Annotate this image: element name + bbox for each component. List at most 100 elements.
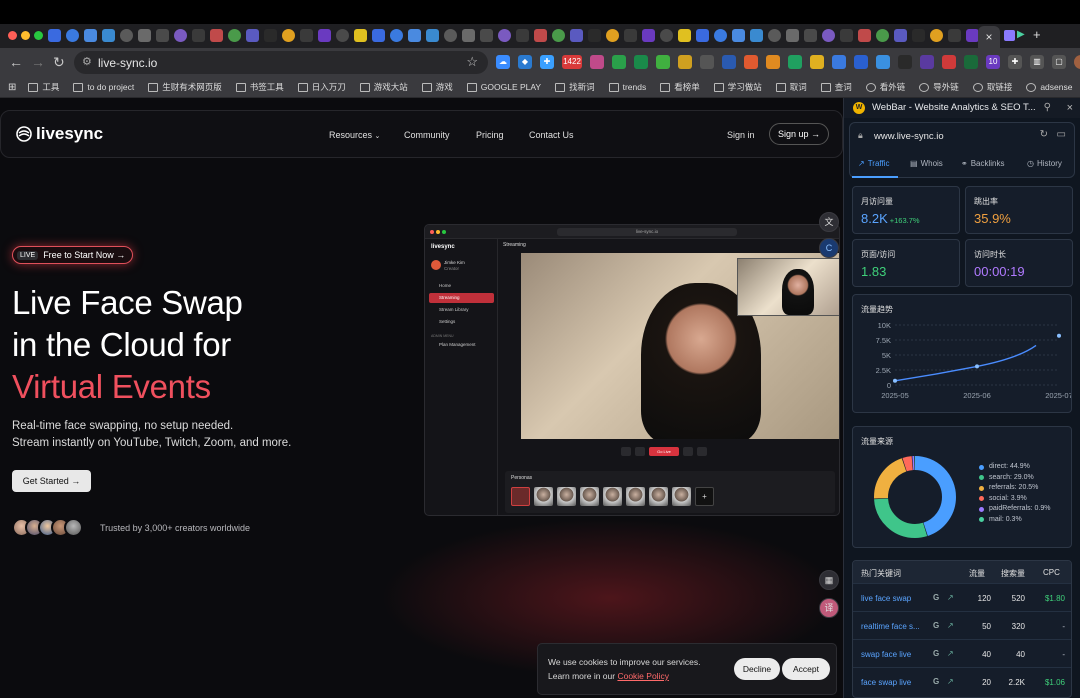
tab-favicon[interactable] (678, 29, 691, 42)
keyword-row[interactable]: live face swap G ↗ 120 520 $1.80 (853, 583, 1071, 611)
tab-favicon[interactable] (354, 29, 367, 42)
tab-favicon[interactable] (282, 29, 295, 42)
open-external-icon[interactable]: ▭ (1057, 129, 1066, 140)
decline-button[interactable]: Decline (734, 658, 780, 680)
reload-icon[interactable]: ↻ (53, 53, 65, 71)
extension-icon[interactable] (854, 55, 868, 69)
bookmark-item[interactable]: 日入万刀 (297, 81, 346, 93)
extension-icon[interactable] (832, 55, 846, 69)
tab-favicon[interactable] (750, 29, 763, 42)
tab-favicon[interactable] (714, 29, 727, 42)
tab-favicon[interactable] (408, 29, 421, 42)
bookmark-item[interactable]: trends (608, 81, 646, 93)
tab-favicon[interactable] (372, 29, 385, 42)
close-window-button[interactable] (8, 31, 17, 40)
bookmark-item[interactable]: 取词 (775, 81, 807, 93)
maximize-window-button[interactable] (34, 31, 43, 40)
assistant-icon[interactable]: C (819, 238, 839, 258)
keyword-row[interactable]: face swap live G ↗ 20 2.2K $1.06 (853, 667, 1071, 695)
cookie-policy-link[interactable]: Cookie Policy (617, 671, 669, 681)
minimize-window-button[interactable] (21, 31, 30, 40)
profile-avatar[interactable] (1074, 55, 1080, 69)
keyword-link[interactable]: face swap live (861, 678, 911, 687)
extension-icon[interactable] (810, 55, 824, 69)
tab-favicon[interactable] (642, 29, 655, 42)
bookmark-item[interactable]: 书签工具 (235, 81, 284, 93)
tab-favicon[interactable] (318, 29, 331, 42)
extension-icon[interactable] (744, 55, 758, 69)
tab-favicon[interactable] (300, 29, 313, 42)
keyword-row[interactable]: swap face live G ↗ 40 40 - (853, 639, 1071, 667)
bookmark-item[interactable]: 看榜单 (660, 81, 700, 93)
tab-favicon[interactable] (912, 29, 925, 42)
extension-icon[interactable] (942, 55, 956, 69)
extension-icon[interactable] (788, 55, 802, 69)
tab-favicon[interactable] (480, 29, 493, 42)
tab-favicon[interactable] (606, 29, 619, 42)
tab-favicon[interactable] (516, 29, 529, 42)
bookmark-item[interactable]: adsense (1026, 81, 1072, 93)
nav-community[interactable]: Community (404, 130, 450, 140)
close-icon[interactable]: × (1067, 98, 1073, 118)
tab-favicon[interactable] (552, 29, 565, 42)
new-tab-button[interactable]: + (1033, 27, 1041, 42)
tab-favicon[interactable] (588, 29, 601, 42)
tab-favicon[interactable] (156, 29, 169, 42)
translate-page-icon[interactable]: 译 (819, 598, 839, 618)
tab-favicon[interactable] (786, 29, 799, 42)
tab-favicon[interactable] (570, 29, 583, 42)
extension-icon[interactable] (612, 55, 626, 69)
tab-favicon[interactable] (534, 29, 547, 42)
extension-icon[interactable] (964, 55, 978, 69)
tab-favicon[interactable] (246, 29, 259, 42)
forward-icon[interactable]: → (31, 53, 45, 71)
refresh-icon[interactable]: ↻ (1040, 129, 1048, 140)
tab-favicon[interactable] (228, 29, 241, 42)
extension-badge[interactable]: 10 (986, 55, 1000, 69)
tab-traffic[interactable]: ↗ Traffic (858, 159, 889, 168)
active-tab-close-button[interactable]: × (978, 26, 1000, 48)
tab-search-icon[interactable]: ▢ (1052, 55, 1066, 69)
extension-icon[interactable] (898, 55, 912, 69)
bookmark-item[interactable]: 查词 (820, 81, 852, 93)
get-started-button[interactable]: Get Started → (12, 470, 91, 492)
extension-icon[interactable] (634, 55, 648, 69)
tab-backlinks[interactable]: ⚭ Backlinks (961, 159, 1005, 168)
extension-icon[interactable] (766, 55, 780, 69)
url-text[interactable]: live-sync.io (98, 56, 157, 70)
address-bar[interactable]: ⚙ live-sync.io ☆ (74, 51, 488, 74)
translate-icon[interactable]: 文 (819, 212, 839, 232)
tab-favicon[interactable] (120, 29, 133, 42)
extension-cloud-icon[interactable]: ☁ (496, 55, 510, 69)
extension-icon[interactable] (700, 55, 714, 69)
tab-favicon[interactable] (462, 29, 475, 42)
tab-favicon[interactable] (858, 29, 871, 42)
bookmark-item[interactable]: 导外链 (919, 81, 959, 93)
tab-favicon[interactable] (426, 29, 439, 42)
tab-favicon[interactable] (696, 29, 709, 42)
sign-in-link[interactable]: Sign in (727, 130, 755, 140)
tab-favicon[interactable] (930, 29, 943, 42)
side-panel-icon[interactable]: ▥ (1030, 55, 1044, 69)
tab-favicon[interactable] (660, 29, 673, 42)
bookmark-item[interactable]: 生财有术网页版 (148, 81, 222, 93)
extension-icon[interactable] (590, 55, 604, 69)
tab-favicon[interactable] (66, 29, 79, 42)
tab-favicon[interactable] (876, 29, 889, 42)
tab-favicon[interactable] (102, 29, 115, 42)
nav-pricing[interactable]: Pricing (476, 130, 504, 140)
back-icon[interactable]: ← (9, 53, 23, 71)
extension-puzzle-icon[interactable]: ✚ (540, 55, 554, 69)
bookmark-item[interactable]: 学习做站 (713, 81, 762, 93)
bookmark-item[interactable]: 看外链 (865, 81, 905, 93)
tab-favicon[interactable] (336, 29, 349, 42)
apps-grid-icon[interactable]: ⊞ (8, 82, 16, 93)
tab-favicon[interactable] (948, 29, 961, 42)
tab-favicon[interactable] (768, 29, 781, 42)
bookmark-star-icon[interactable]: ☆ (466, 54, 478, 70)
extension-icon[interactable] (678, 55, 692, 69)
free-to-start-pill[interactable]: LIVE Free to Start Now → (12, 246, 134, 264)
extension-tag-icon[interactable]: ◆ (518, 55, 532, 69)
keyword-link[interactable]: live face swap (861, 594, 911, 603)
tab-favicon[interactable] (390, 29, 403, 42)
